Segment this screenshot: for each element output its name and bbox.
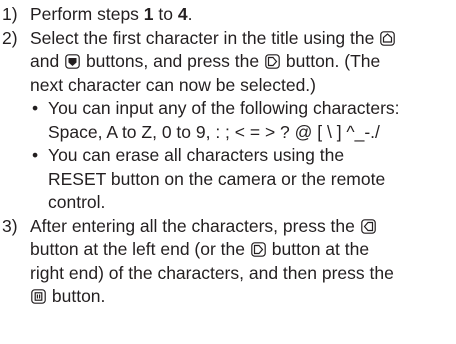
bullet-line: control. (48, 192, 106, 212)
step-ref-bold: 1 (143, 4, 154, 24)
step-text-part: button. (51, 286, 106, 306)
step-text-part: buttons, and press the (85, 51, 260, 71)
step-line: next character can now be selected.) (30, 74, 316, 95)
step-1: 1) Perform steps 1 to 4. (0, 3, 456, 27)
step-text-part: and (30, 51, 60, 71)
set-button-icon (31, 289, 46, 304)
step-line: After entering all the characters, press… (30, 215, 456, 239)
step-text-part: After entering all the characters, press… (30, 215, 355, 236)
bullet-line: You can input any of the following chara… (48, 98, 400, 118)
step-ref-bold: 4 (177, 4, 188, 24)
bullet-line: RESET button on the camera or the remote (48, 168, 386, 189)
bullet-item: • You can input any of the following cha… (30, 97, 456, 144)
step-number: 1) (2, 4, 18, 24)
down-button-icon (65, 54, 80, 69)
bullet-line: You can erase all characters using the (48, 145, 345, 165)
bullet-list: • You can input any of the following cha… (30, 97, 456, 215)
step-text-part: button at the left end (or the (30, 239, 246, 259)
step-3: 3) After entering all the characters, pr… (0, 215, 456, 309)
step-text-part: . (187, 4, 193, 24)
instructions-document: 1) Perform steps 1 to 4. 2) Select the f… (0, 3, 456, 309)
step-text-part: Perform steps (30, 4, 144, 24)
bullet-dot: • (32, 145, 39, 165)
bullet-item: • You can erase all characters using the… (30, 144, 456, 215)
step-text-part: button at the (271, 239, 370, 259)
bullet-line: Space, A to Z, 0 to 9, : ; < = > ? @ [ \… (48, 121, 380, 142)
step-line: button at the left end (or the button at… (30, 238, 456, 262)
left-button-icon (360, 218, 376, 234)
step-text-part: button. (The (285, 51, 381, 71)
step-line: Select the first character in the title … (30, 27, 456, 51)
step-2: 2) Select the first character in the tit… (0, 27, 456, 215)
step-text: Perform steps 1 to 4. (30, 3, 456, 27)
step-line: and buttons, and press the button. (The (30, 50, 456, 74)
step-text-part: to (153, 4, 178, 24)
step-number: 3) (2, 215, 18, 236)
step-number: 2) (2, 27, 18, 48)
step-line: right end) of the characters, and then p… (30, 262, 394, 283)
bullet-dot: • (32, 98, 39, 118)
right-button-icon (251, 242, 266, 257)
step-text-part: Select the first character in the title … (30, 27, 375, 48)
step-line: button. (30, 285, 456, 309)
right-button-icon (265, 54, 280, 69)
up-button-icon (380, 30, 396, 46)
